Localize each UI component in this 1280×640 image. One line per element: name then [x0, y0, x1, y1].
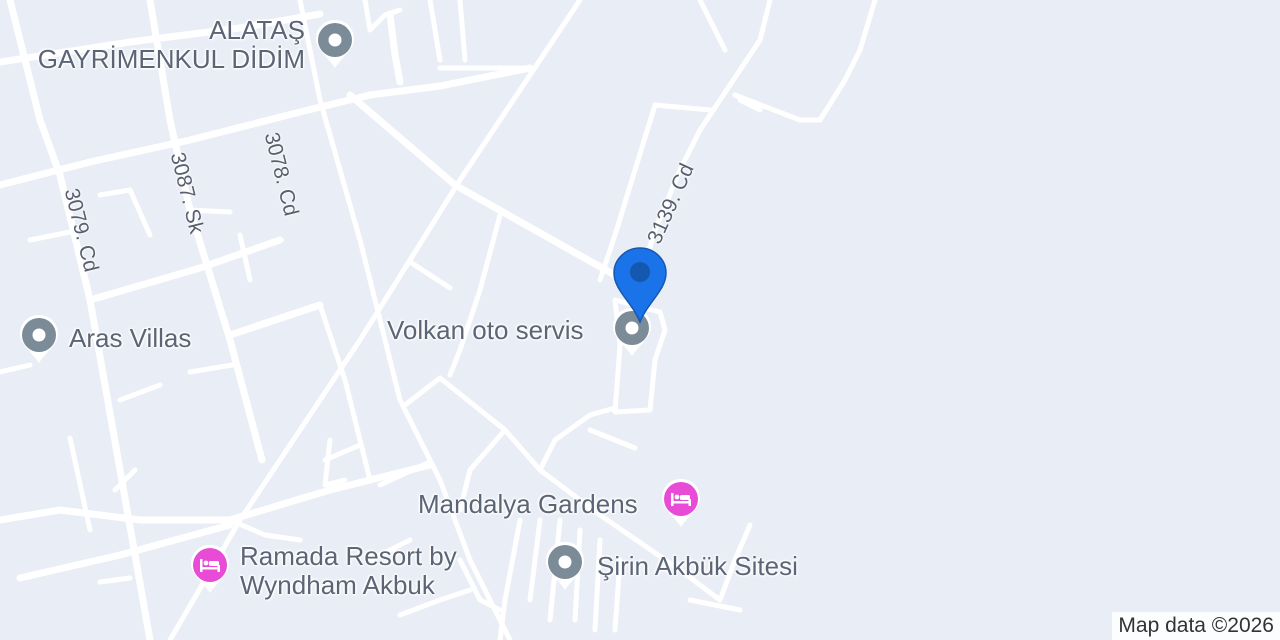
place-label-line2: Wyndham Akbuk: [240, 570, 435, 600]
pin-dot-icon[interactable]: [543, 540, 587, 592]
map-canvas[interactable]: 3139. Cd 3079. Cd 3087. Sk 3078. Cd ALAT…: [0, 0, 1280, 640]
hotel-bed-icon[interactable]: [188, 543, 232, 595]
place-label-ramada-resort[interactable]: Ramada Resort by Wyndham Akbuk: [240, 542, 457, 600]
place-label-mandalya-gardens[interactable]: Mandalya Gardens: [418, 490, 638, 519]
place-label-line2: GAYRİMENKUL DİDİM: [37, 44, 305, 74]
place-label-volkan-oto-servis[interactable]: Volkan oto servis: [387, 316, 584, 345]
place-label-line1: ALATAŞ: [209, 15, 305, 45]
place-label-aras-villas[interactable]: Aras Villas: [69, 324, 191, 353]
map-attribution: Map data ©2026: [1112, 612, 1280, 640]
hotel-bed-icon[interactable]: [659, 477, 703, 529]
location-pin-icon[interactable]: [612, 246, 668, 324]
place-label-sirin-akbuk-sitesi[interactable]: Şirin Akbük Sitesi: [597, 552, 798, 581]
pin-dot-icon[interactable]: [313, 18, 357, 70]
pin-dot-icon[interactable]: [17, 313, 61, 365]
place-label-alatas[interactable]: ALATAŞ GAYRİMENKUL DİDİM: [30, 16, 305, 74]
place-label-line1: Ramada Resort by: [240, 541, 457, 571]
